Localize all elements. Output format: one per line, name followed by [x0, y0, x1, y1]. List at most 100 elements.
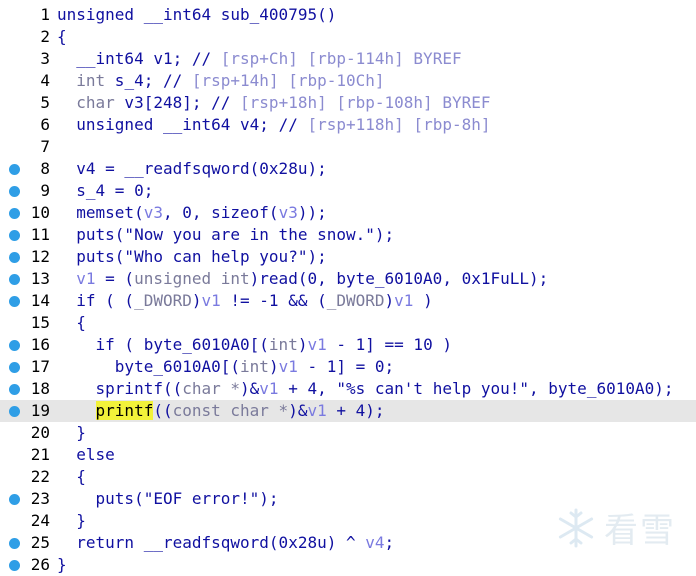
- code-line[interactable]: 21 else: [0, 444, 696, 466]
- code-token: v1: [394, 291, 414, 310]
- code-line[interactable]: 6 unsigned __int64 v4; // [rsp+118h] [rb…: [0, 114, 696, 136]
- code-line[interactable]: 3 __int64 v1; // [rsp+Ch] [rbp-114h] BYR…: [0, 48, 696, 70]
- code-text: return __readfsqword(0x28u) ^ v4;: [57, 532, 394, 554]
- code-text: v4 = __readfsqword(0x28u);: [57, 158, 327, 180]
- code-line[interactable]: 5 char v3[248]; // [rsp+18h] [rbp-108h] …: [0, 92, 696, 114]
- code-token: sprintf((: [57, 379, 183, 398]
- line-number: 18: [30, 379, 50, 398]
- pseudocode-view[interactable]: 1 unsigned __int64 sub_400795() 2{3 __int6…: [0, 4, 696, 576]
- code-token: unsigned __int64 v4;: [57, 115, 279, 134]
- code-line[interactable]: 19 printf((const char *)&v1 + 4);: [0, 400, 696, 422]
- code-token: //: [191, 49, 221, 68]
- line-number: 20: [30, 423, 50, 442]
- snowflake-icon: [558, 508, 594, 547]
- code-token: int: [240, 357, 269, 376]
- code-token: [rsp+18h] [rbp-108h] BYREF: [240, 93, 491, 112]
- code-token: v3[248];: [114, 93, 212, 112]
- code-token: {: [57, 27, 67, 46]
- breakpoint-dot-icon[interactable]: [9, 362, 20, 373]
- line-number: 1: [40, 5, 50, 24]
- line-number: 23: [30, 489, 50, 508]
- code-token: [rsp+Ch] [rbp-114h] BYREF: [220, 49, 462, 68]
- code-token: v1: [307, 401, 327, 420]
- line-number: 8: [40, 159, 50, 178]
- code-token: [rsp+14h] [rbp-10Ch]: [191, 71, 385, 90]
- code-token: puts("EOF error!");: [57, 489, 279, 508]
- line-number: 3: [40, 49, 50, 68]
- highlighted-token: printf: [95, 401, 154, 420]
- code-line[interactable]: 22 {: [0, 466, 696, 488]
- code-line[interactable]: 8 v4 = __readfsqword(0x28u);: [0, 158, 696, 180]
- code-token: int: [268, 335, 298, 354]
- breakpoint-dot-icon[interactable]: [9, 340, 20, 351]
- line-number: 11: [30, 225, 50, 244]
- line-number: 14: [30, 291, 50, 310]
- breakpoint-dot-icon[interactable]: [9, 560, 20, 571]
- line-number: 10: [30, 203, 50, 222]
- code-line[interactable]: 7: [0, 136, 696, 158]
- code-token: memset(: [57, 203, 144, 222]
- breakpoint-dot-icon[interactable]: [9, 208, 20, 219]
- line-number: 2: [40, 27, 50, 46]
- code-text: if ( byte_6010A0[(int)v1 - 1] == 10 ): [57, 334, 452, 356]
- code-token: return __readfsqword(0x28u) ^: [57, 533, 366, 552]
- code-line[interactable]: 17 byte_6010A0[(int)v1 - 1] = 0;: [0, 356, 696, 378]
- code-text: }: [57, 554, 67, 576]
- code-token: __int64 v1;: [57, 49, 192, 68]
- code-token: ): [413, 291, 433, 310]
- code-line[interactable]: 4 int s_4; // [rsp+14h] [rbp-10Ch]: [0, 70, 696, 92]
- code-token: [rsp+118h] [rbp-8h]: [307, 115, 491, 134]
- breakpoint-dot-icon[interactable]: [9, 406, 20, 417]
- breakpoint-dot-icon[interactable]: [9, 494, 20, 505]
- breakpoint-dot-icon[interactable]: [9, 164, 20, 175]
- code-line[interactable]: 2{: [0, 26, 696, 48]
- line-number: 12: [30, 247, 50, 266]
- code-token: ): [191, 291, 202, 310]
- line-number: 6: [40, 115, 50, 134]
- code-token: v4 = __readfsqword(0x28u);: [57, 159, 327, 178]
- code-token: s_4 = 0;: [57, 181, 154, 200]
- breakpoint-dot-icon[interactable]: [9, 230, 20, 241]
- code-token: if ( (: [57, 291, 135, 310]
- code-line[interactable]: 13 v1 = (unsigned int)read(0, byte_6010A…: [0, 268, 696, 290]
- code-text: }: [57, 510, 86, 532]
- code-token: }: [57, 511, 86, 530]
- code-line[interactable]: 20 }: [0, 422, 696, 444]
- code-line[interactable]: 1 unsigned __int64 sub_400795(): [0, 4, 696, 26]
- breakpoint-dot-icon[interactable]: [9, 252, 20, 263]
- code-line[interactable]: 9 s_4 = 0;: [0, 180, 696, 202]
- code-line[interactable]: 14 if ( (_DWORD)v1 != -1 && (_DWORD)v1 ): [0, 290, 696, 312]
- code-token: + 4, "%s can't help you!", byte_6010A0);: [278, 379, 674, 398]
- line-number: 24: [30, 511, 50, 530]
- line-number: 19: [30, 401, 50, 420]
- breakpoint-dot-icon[interactable]: [9, 274, 20, 285]
- code-line[interactable]: 26}: [0, 554, 696, 576]
- code-token: }: [57, 423, 86, 442]
- breakpoint-dot-icon[interactable]: [9, 384, 20, 395]
- watermark: 看雪: [554, 503, 676, 552]
- code-line[interactable]: 11 puts("Now you are in the snow.");: [0, 224, 696, 246]
- line-number: 13: [30, 269, 50, 288]
- code-token: )&: [240, 379, 260, 398]
- code-token: + 4);: [326, 401, 385, 420]
- line-number: 15: [30, 313, 50, 332]
- code-line[interactable]: 10 memset(v3, 0, sizeof(v3));: [0, 202, 696, 224]
- code-line[interactable]: 15 {: [0, 312, 696, 334]
- code-line[interactable]: 18 sprintf((char *)&v1 + 4, "%s can't he…: [0, 378, 696, 400]
- breakpoint-dot-icon[interactable]: [9, 186, 20, 197]
- code-text: puts("EOF error!");: [57, 488, 279, 510]
- code-token: byte_6010A0[(: [57, 357, 241, 376]
- code-token: )&: [288, 401, 308, 420]
- breakpoint-dot-icon[interactable]: [9, 538, 20, 549]
- code-text: puts("Now you are in the snow.");: [57, 224, 394, 246]
- code-line[interactable]: 12 puts("Who can help you?");: [0, 246, 696, 268]
- code-token: v1: [278, 357, 298, 376]
- line-number: 21: [30, 445, 50, 464]
- line-number: 7: [40, 137, 50, 156]
- code-token: puts("Who can help you?");: [57, 247, 327, 266]
- breakpoint-dot-icon[interactable]: [9, 296, 20, 307]
- code-token: ;: [384, 533, 395, 552]
- code-text: char v3[248]; // [rsp+18h] [rbp-108h] BY…: [57, 92, 490, 114]
- code-line[interactable]: 16 if ( byte_6010A0[(int)v1 - 1] == 10 ): [0, 334, 696, 356]
- code-text: printf((const char *)&v1 + 4);: [57, 400, 385, 422]
